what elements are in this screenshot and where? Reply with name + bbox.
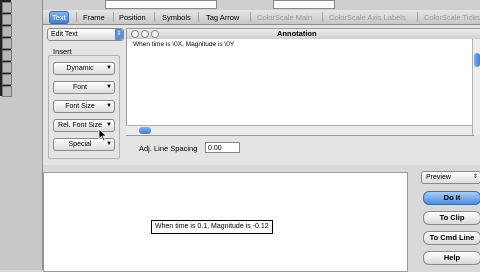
dropdown-arrow-icon: ▼ <box>106 65 112 71</box>
updown-arrow-icon: ⇕ <box>115 29 123 40</box>
tab-text[interactable]: Text <box>49 11 69 24</box>
line-spacing-label: Adj. Line Spacing <box>139 144 198 153</box>
minimize-circle-icon[interactable] <box>141 30 149 38</box>
tab-colorscale-ticks: ColorScale Ticks <box>424 13 480 22</box>
close-circle-icon[interactable] <box>131 30 139 38</box>
name-field[interactable] <box>105 0 217 9</box>
dropdown-arrow-icon: ▼ <box>106 84 112 90</box>
desktop-icon[interactable] <box>2 74 12 85</box>
do-it-button[interactable]: Do It <box>423 191 480 205</box>
tab-frame[interactable]: Frame <box>83 12 105 23</box>
desktop-icon[interactable] <box>2 50 12 61</box>
edit-mode-select[interactable]: Edit Text ⇕ <box>47 28 124 41</box>
line-spacing-input[interactable]: 0.00 <box>205 142 240 153</box>
annotation-title: Annotation <box>277 29 317 38</box>
mouse-cursor-icon <box>98 128 108 142</box>
tab-symbols[interactable]: Symbols <box>162 12 191 23</box>
preview-select[interactable]: Preview ⇕ <box>421 171 480 184</box>
insert-group-box: Dynamic ▼ Font ▼ Font Size ▼ Rel. Font Size… <box>48 55 120 159</box>
desktop-icon[interactable] <box>2 86 12 97</box>
tab-bar: Text Frame Position Symbols Tag Arrow Co… <box>43 10 480 25</box>
zoom-circle-icon[interactable] <box>151 30 159 38</box>
help-button[interactable]: Help <box>423 251 480 265</box>
to-clip-button[interactable]: To Clip <box>423 211 480 225</box>
tab-colorscale-main: ColorScale Main <box>257 13 313 22</box>
annotation-vertical-scrollbar[interactable] <box>472 39 480 135</box>
desktop-background <box>0 0 43 270</box>
preview-annotation-box: When time is 0.1, Magnitude is -0.12 <box>151 220 273 234</box>
preview-area: When time is 0.1, Magnitude is -0.12 <box>43 172 408 272</box>
insert-dynamic-button[interactable]: Dynamic ▼ <box>53 62 115 75</box>
to-cmd-line-button[interactable]: To Cmd Line <box>423 231 480 245</box>
desktop-icon[interactable] <box>2 2 12 13</box>
insert-font-button[interactable]: Font ▼ <box>53 81 115 94</box>
window-field[interactable] <box>273 0 335 9</box>
annotation-text[interactable]: When time is \0X, Magnitude is \0Y <box>133 41 234 48</box>
insert-font-size-button[interactable]: Font Size ▼ <box>53 100 115 113</box>
annotation-text-area[interactable]: When time is \0X, Magnitude is \0Y <box>126 39 474 136</box>
scroll-thumb[interactable] <box>474 53 480 67</box>
text-tab-pane: Edit Text ⇕ Insert Dynamic ▼ Font ▼ Font S… <box>43 25 480 165</box>
dropdown-arrow-icon: ▼ <box>106 103 112 109</box>
desktop-icon[interactable] <box>2 38 12 49</box>
annotation-horizontal-scrollbar[interactable] <box>126 125 472 135</box>
desktop-icon[interactable] <box>2 14 12 25</box>
desktop-icon[interactable] <box>2 62 12 73</box>
desktop-icon[interactable] <box>2 26 12 37</box>
tab-tag-arrow[interactable]: Tag Arrow <box>206 12 239 23</box>
tab-position[interactable]: Position <box>119 12 146 23</box>
edit-mode-label: Edit Text <box>51 31 78 38</box>
updown-arrow-icon: ⇕ <box>472 174 478 180</box>
scroll-thumb[interactable] <box>139 127 151 134</box>
tab-colorscale-axis-labels: ColorScale Axis Labels <box>329 13 406 22</box>
